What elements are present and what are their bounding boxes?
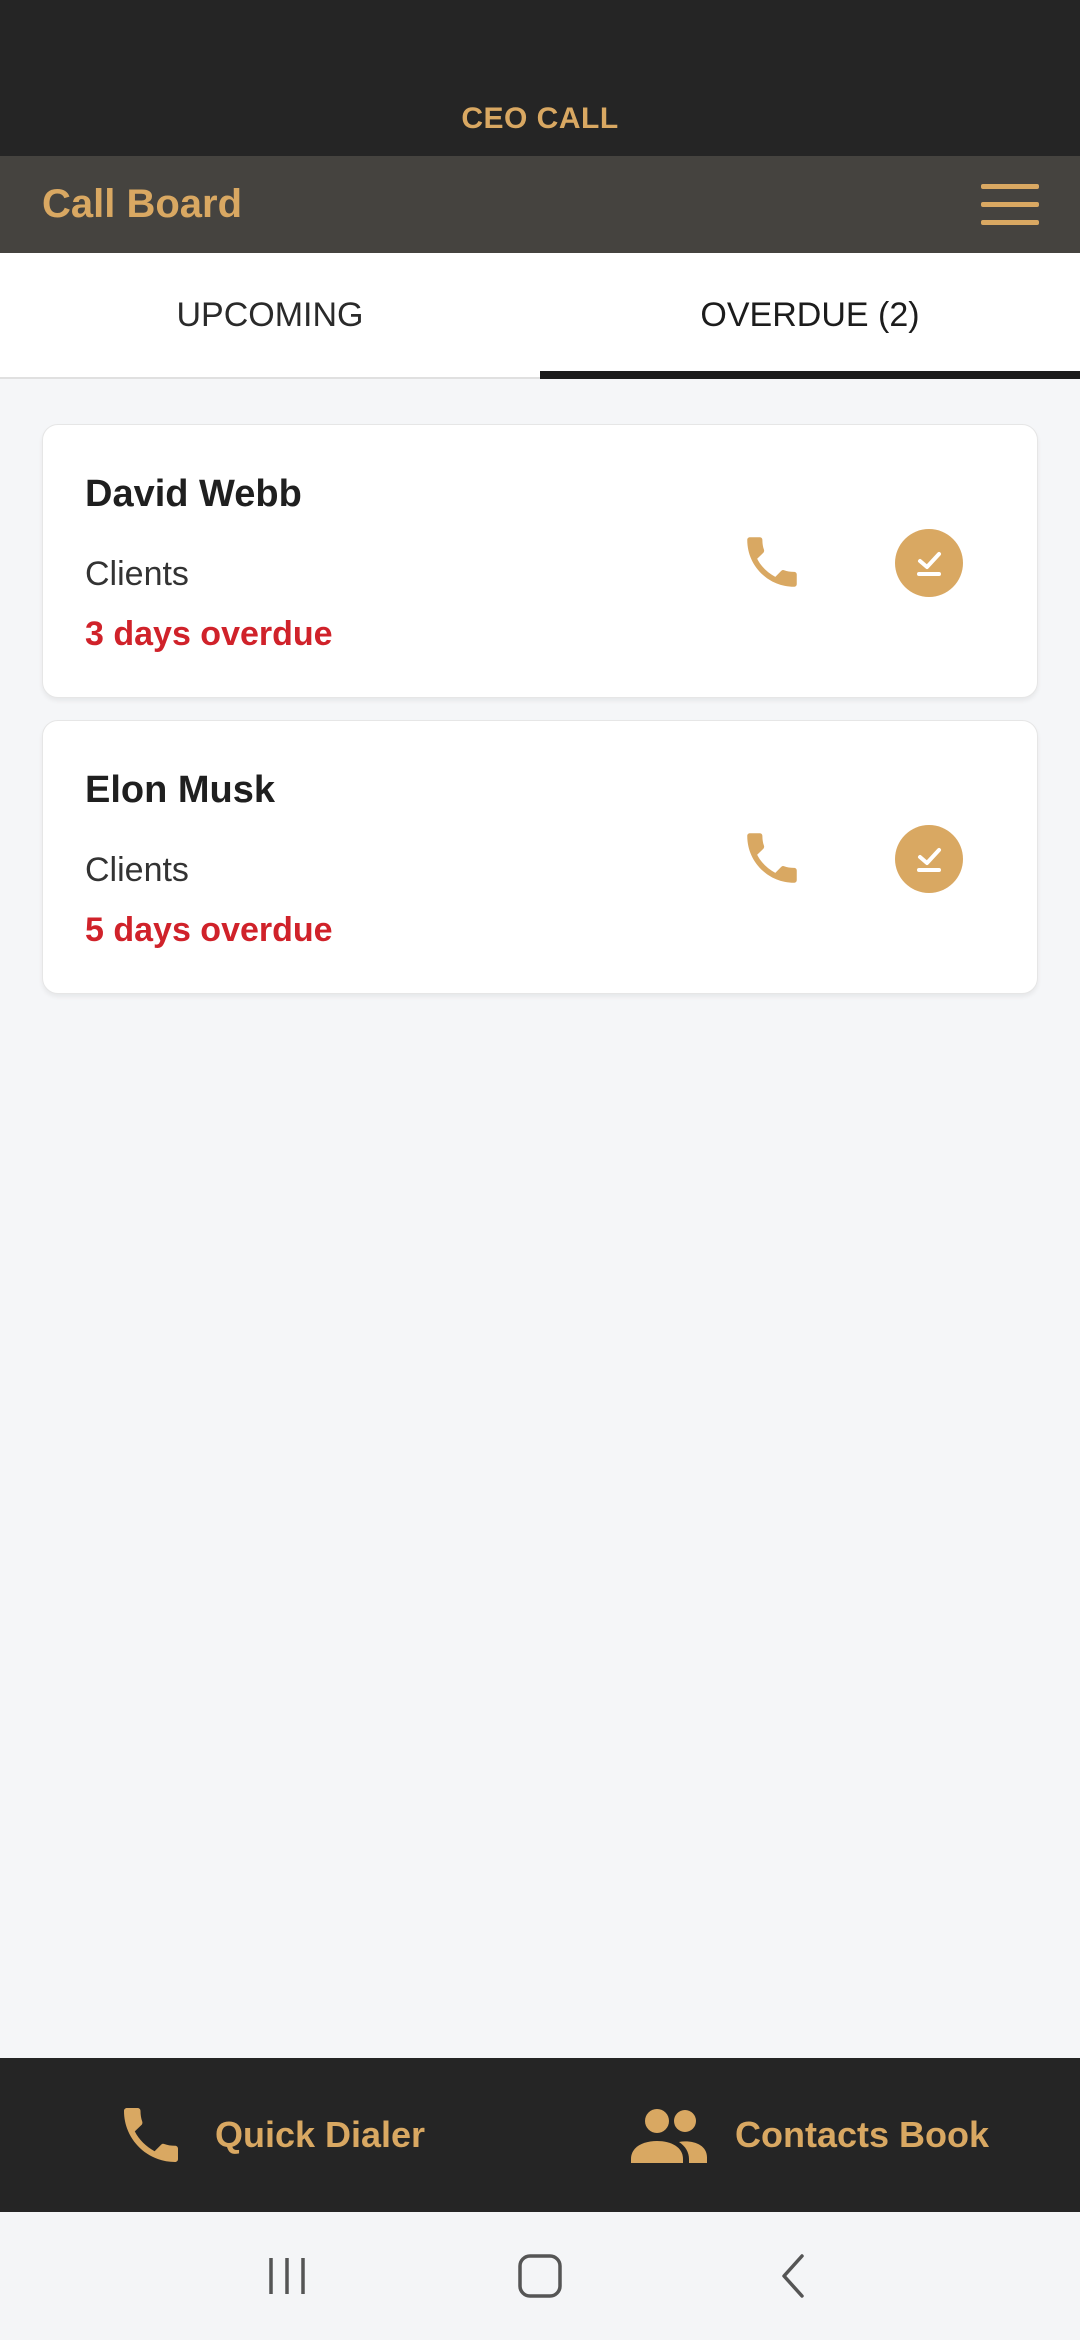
call-card[interactable]: Elon Musk Clients 5 days overdue [42,720,1038,994]
contact-group: Clients [85,555,189,593]
app-bar: Call Board [0,156,1080,253]
phone-icon [747,833,797,883]
contacts-book-label: Contacts Book [734,2114,990,2155]
tab-bar: UPCOMING OVERDUE (2) [0,253,1080,379]
recent-apps-button[interactable] [247,2236,327,2316]
screen: CEO CALL Call Board UPCOMING OVERDUE (2)… [0,0,1080,2340]
contact-name: David Webb [85,473,302,515]
system-nav-bar [0,2212,1080,2340]
menu-button[interactable] [980,175,1040,235]
hamburger-menu-icon [981,183,1039,225]
check-done-icon [917,552,941,576]
people-icon [630,2109,707,2163]
contacts-book-button[interactable]: Contacts Book [540,2058,1080,2212]
overdue-status: 5 days overdue [85,911,333,949]
back-button[interactable] [753,2236,833,2316]
quick-dialer-button[interactable]: Quick Dialer [0,2058,540,2212]
check-done-icon [917,848,941,872]
mark-done-button[interactable] [895,529,963,597]
recent-apps-icon [268,2258,305,2294]
bottom-nav: Quick Dialer Contacts Book [0,2058,1080,2212]
page-title: Call Board [42,182,243,226]
overdue-status: 3 days overdue [85,615,333,653]
home-button[interactable] [500,2236,580,2316]
brand-label: CEO CALL [461,102,619,135]
status-bar: CEO CALL [0,0,1080,156]
quick-dialer-label: Quick Dialer [214,2114,426,2155]
tab-upcoming[interactable]: UPCOMING [0,253,540,377]
back-chevron-icon [782,2254,805,2298]
contact-name: Elon Musk [85,769,276,811]
phone-icon [747,537,797,587]
mark-done-button[interactable] [895,825,963,893]
contact-group: Clients [85,851,189,889]
home-icon [518,2254,562,2298]
call-button[interactable] [733,523,811,601]
phone-icon [123,2108,178,2162]
call-card[interactable]: David Webb Clients 3 days overdue [42,424,1038,698]
call-list: David Webb Clients 3 days overdue Elon M… [42,424,1038,1016]
call-button[interactable] [733,819,811,897]
tab-overdue[interactable]: OVERDUE (2) [540,253,1080,379]
